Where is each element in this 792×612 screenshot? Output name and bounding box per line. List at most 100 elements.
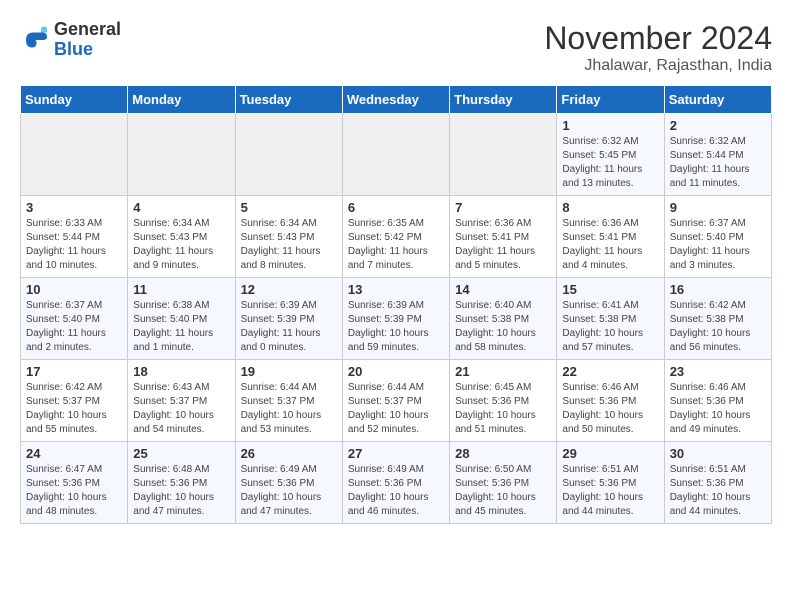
day-info: Sunrise: 6:51 AM Sunset: 5:36 PM Dayligh… <box>562 463 658 519</box>
day-number: 6 <box>348 200 444 215</box>
header-cell-saturday: Saturday <box>664 86 771 114</box>
day-info: Sunrise: 6:44 AM Sunset: 5:37 PM Dayligh… <box>241 381 337 437</box>
day-number: 29 <box>562 446 658 461</box>
week-row-2: 3Sunrise: 6:33 AM Sunset: 5:44 PM Daylig… <box>21 196 772 278</box>
day-number: 11 <box>133 282 229 297</box>
month-title: November 2024 <box>544 20 772 57</box>
day-cell: 30 Sunrise: 6:51 AM Sunset: 5:36 PM Dayli… <box>664 442 771 524</box>
day-info: Sunrise: 6:49 AM Sunset: 5:36 PM Dayligh… <box>241 463 337 519</box>
day-cell: 15 Sunrise: 6:41 AM Sunset: 5:38 PM Dayli… <box>557 278 664 360</box>
day-cell: 27Sunrise: 6:49 AM Sunset: 5:36 PM Dayli… <box>342 442 449 524</box>
day-info: Sunrise: 6:35 AM Sunset: 5:42 PM Dayligh… <box>348 217 444 273</box>
day-cell: 10 Sunrise: 6:37 AM Sunset: 5:40 PM Dayli… <box>21 278 128 360</box>
day-cell: 12 Sunrise: 6:39 AM Sunset: 5:39 PM Dayli… <box>235 278 342 360</box>
logo-icon <box>20 25 50 55</box>
day-number: 12 <box>241 282 337 297</box>
day-number: 13 <box>348 282 444 297</box>
day-info: Sunrise: 6:44 AM Sunset: 5:37 PM Dayligh… <box>348 381 444 437</box>
header-row: SundayMondayTuesdayWednesdayThursdayFrid… <box>21 86 772 114</box>
day-info: Sunrise: 6:48 AM Sunset: 5:36 PM Dayligh… <box>133 463 229 519</box>
day-number: 18 <box>133 364 229 379</box>
day-number: 19 <box>241 364 337 379</box>
day-cell <box>21 114 128 196</box>
calendar-header: SundayMondayTuesdayWednesdayThursdayFrid… <box>21 86 772 114</box>
day-info: Sunrise: 6:36 AM Sunset: 5:41 PM Dayligh… <box>455 217 551 273</box>
day-info: Sunrise: 6:42 AM Sunset: 5:38 PM Dayligh… <box>670 299 766 355</box>
day-info: Sunrise: 6:50 AM Sunset: 5:36 PM Dayligh… <box>455 463 551 519</box>
day-info: Sunrise: 6:51 AM Sunset: 5:36 PM Dayligh… <box>670 463 766 519</box>
logo: General Blue <box>20 20 121 60</box>
day-cell: 16 Sunrise: 6:42 AM Sunset: 5:38 PM Dayli… <box>664 278 771 360</box>
day-number: 15 <box>562 282 658 297</box>
subtitle: Jhalawar, Rajasthan, India <box>544 57 772 75</box>
day-info: Sunrise: 6:39 AM Sunset: 5:39 PM Dayligh… <box>241 299 337 355</box>
day-number: 7 <box>455 200 551 215</box>
day-info: Sunrise: 6:43 AM Sunset: 5:37 PM Dayligh… <box>133 381 229 437</box>
day-cell: 22 Sunrise: 6:46 AM Sunset: 5:36 PM Dayli… <box>557 360 664 442</box>
day-cell: 25 Sunrise: 6:48 AM Sunset: 5:36 PM Dayli… <box>128 442 235 524</box>
day-cell: 23Sunrise: 6:46 AM Sunset: 5:36 PM Dayli… <box>664 360 771 442</box>
week-row-5: 24 Sunrise: 6:47 AM Sunset: 5:36 PM Dayli… <box>21 442 772 524</box>
day-info: Sunrise: 6:41 AM Sunset: 5:38 PM Dayligh… <box>562 299 658 355</box>
day-info: Sunrise: 6:37 AM Sunset: 5:40 PM Dayligh… <box>670 217 766 273</box>
calendar-body: 1Sunrise: 6:32 AM Sunset: 5:45 PM Daylig… <box>21 114 772 524</box>
day-number: 21 <box>455 364 551 379</box>
day-info: Sunrise: 6:37 AM Sunset: 5:40 PM Dayligh… <box>26 299 122 355</box>
day-number: 24 <box>26 446 122 461</box>
week-row-3: 10 Sunrise: 6:37 AM Sunset: 5:40 PM Dayli… <box>21 278 772 360</box>
day-number: 30 <box>670 446 766 461</box>
logo-text: General Blue <box>54 20 121 60</box>
day-cell <box>235 114 342 196</box>
day-cell: 5Sunrise: 6:34 AM Sunset: 5:43 PM Daylig… <box>235 196 342 278</box>
day-info: Sunrise: 6:45 AM Sunset: 5:36 PM Dayligh… <box>455 381 551 437</box>
day-cell: 13Sunrise: 6:39 AM Sunset: 5:39 PM Dayli… <box>342 278 449 360</box>
day-number: 14 <box>455 282 551 297</box>
day-info: Sunrise: 6:46 AM Sunset: 5:36 PM Dayligh… <box>562 381 658 437</box>
day-cell: 17 Sunrise: 6:42 AM Sunset: 5:37 PM Dayli… <box>21 360 128 442</box>
logo-blue-text: Blue <box>54 40 121 60</box>
day-info: Sunrise: 6:47 AM Sunset: 5:36 PM Dayligh… <box>26 463 122 519</box>
day-cell: 18 Sunrise: 6:43 AM Sunset: 5:37 PM Dayli… <box>128 360 235 442</box>
day-number: 16 <box>670 282 766 297</box>
day-info: Sunrise: 6:49 AM Sunset: 5:36 PM Dayligh… <box>348 463 444 519</box>
day-number: 22 <box>562 364 658 379</box>
day-cell: 9Sunrise: 6:37 AM Sunset: 5:40 PM Daylig… <box>664 196 771 278</box>
day-number: 10 <box>26 282 122 297</box>
day-cell: 4Sunrise: 6:34 AM Sunset: 5:43 PM Daylig… <box>128 196 235 278</box>
day-number: 23 <box>670 364 766 379</box>
header: General Blue November 2024 Jhalawar, Raj… <box>20 20 772 75</box>
day-number: 17 <box>26 364 122 379</box>
day-cell: 20 Sunrise: 6:44 AM Sunset: 5:37 PM Dayli… <box>342 360 449 442</box>
day-cell: 6 Sunrise: 6:35 AM Sunset: 5:42 PM Daylig… <box>342 196 449 278</box>
day-number: 20 <box>348 364 444 379</box>
day-cell: 7 Sunrise: 6:36 AM Sunset: 5:41 PM Daylig… <box>450 196 557 278</box>
day-number: 5 <box>241 200 337 215</box>
week-row-1: 1Sunrise: 6:32 AM Sunset: 5:45 PM Daylig… <box>21 114 772 196</box>
logo-general-text: General <box>54 20 121 40</box>
day-cell: 1Sunrise: 6:32 AM Sunset: 5:45 PM Daylig… <box>557 114 664 196</box>
day-cell: 26Sunrise: 6:49 AM Sunset: 5:36 PM Dayli… <box>235 442 342 524</box>
day-cell: 2 Sunrise: 6:32 AM Sunset: 5:44 PM Daylig… <box>664 114 771 196</box>
day-info: Sunrise: 6:36 AM Sunset: 5:41 PM Dayligh… <box>562 217 658 273</box>
day-number: 8 <box>562 200 658 215</box>
day-number: 4 <box>133 200 229 215</box>
day-number: 2 <box>670 118 766 133</box>
day-number: 25 <box>133 446 229 461</box>
header-cell-friday: Friday <box>557 86 664 114</box>
title-area: November 2024 Jhalawar, Rajasthan, India <box>544 20 772 75</box>
header-cell-monday: Monday <box>128 86 235 114</box>
day-cell: 11Sunrise: 6:38 AM Sunset: 5:40 PM Dayli… <box>128 278 235 360</box>
day-info: Sunrise: 6:40 AM Sunset: 5:38 PM Dayligh… <box>455 299 551 355</box>
day-cell: 19 Sunrise: 6:44 AM Sunset: 5:37 PM Dayli… <box>235 360 342 442</box>
header-cell-sunday: Sunday <box>21 86 128 114</box>
header-cell-thursday: Thursday <box>450 86 557 114</box>
day-cell <box>342 114 449 196</box>
day-cell: 8 Sunrise: 6:36 AM Sunset: 5:41 PM Daylig… <box>557 196 664 278</box>
header-cell-tuesday: Tuesday <box>235 86 342 114</box>
week-row-4: 17 Sunrise: 6:42 AM Sunset: 5:37 PM Dayli… <box>21 360 772 442</box>
day-cell <box>450 114 557 196</box>
day-info: Sunrise: 6:33 AM Sunset: 5:44 PM Dayligh… <box>26 217 122 273</box>
day-info: Sunrise: 6:32 AM Sunset: 5:44 PM Dayligh… <box>670 135 766 191</box>
day-info: Sunrise: 6:42 AM Sunset: 5:37 PM Dayligh… <box>26 381 122 437</box>
day-info: Sunrise: 6:32 AM Sunset: 5:45 PM Dayligh… <box>562 135 658 191</box>
